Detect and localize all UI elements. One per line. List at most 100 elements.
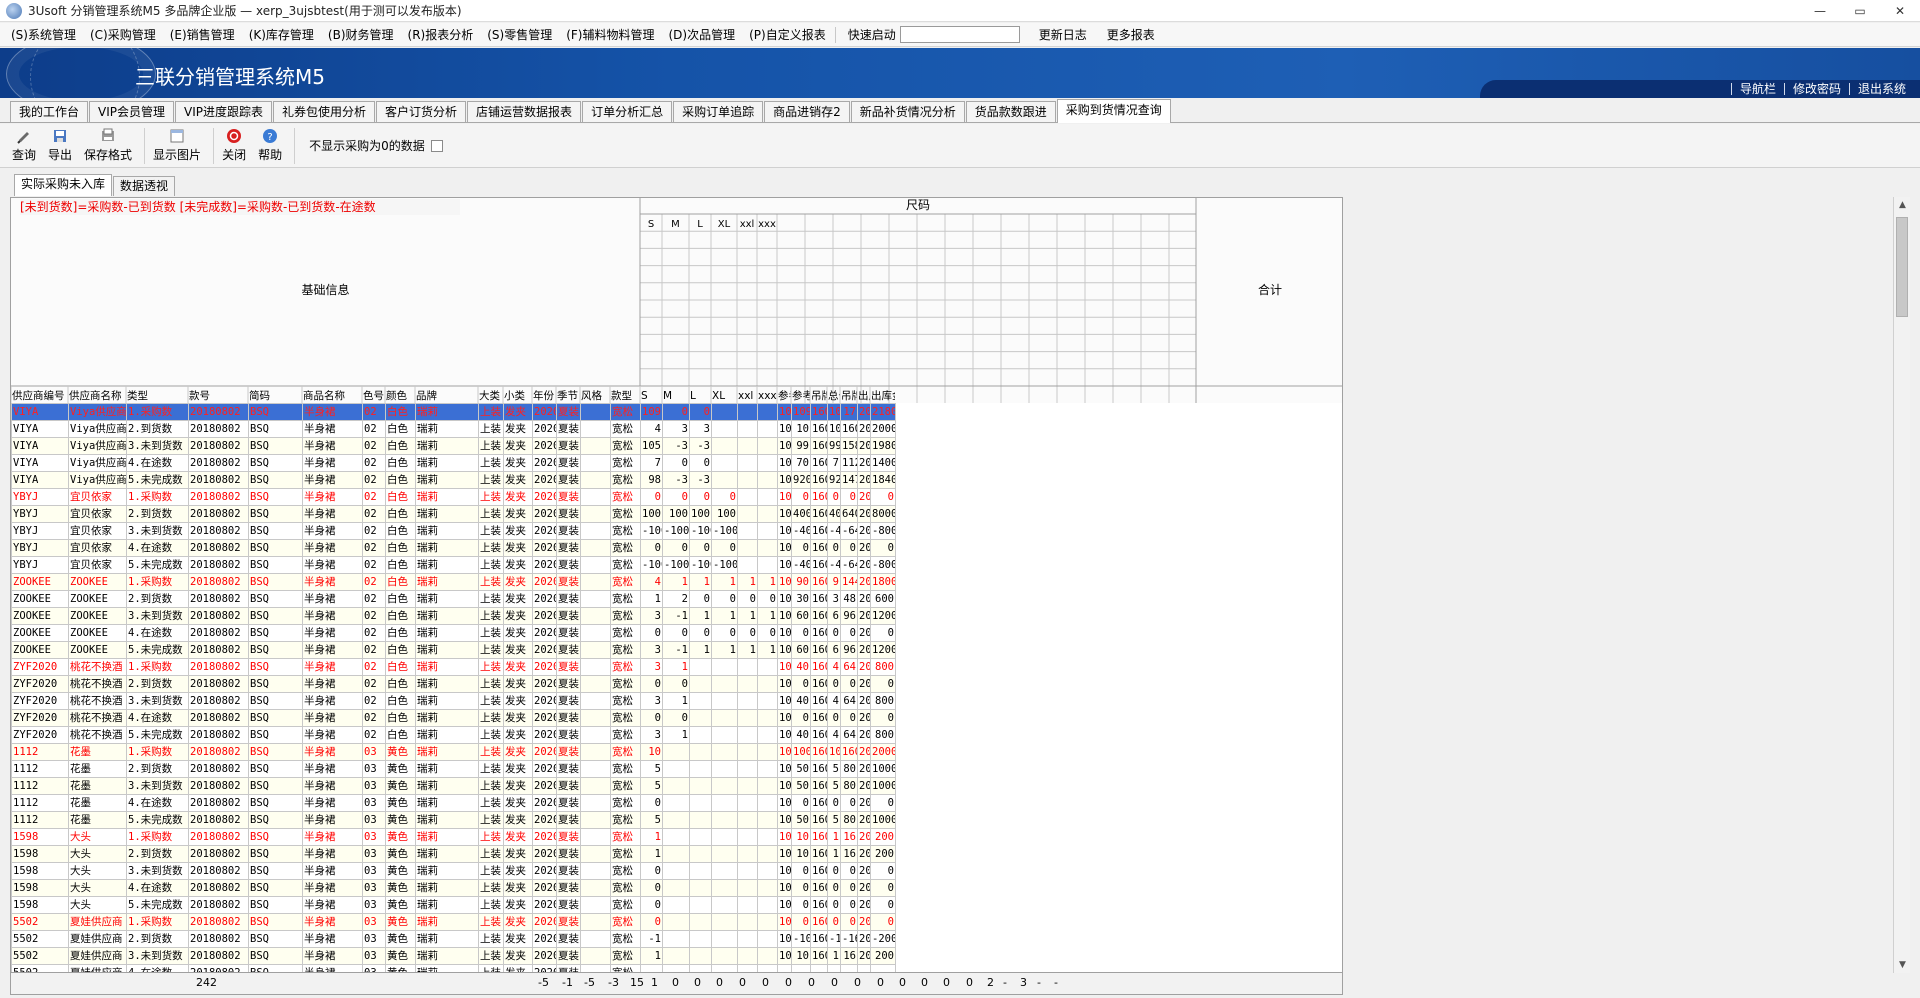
menu-sales[interactable]: (E)销售管理: [163, 23, 242, 47]
table-row[interactable]: 1112花墨5.未完成数20180802BSQ半身裙03黄色瑞莉上装发夹2020…: [11, 811, 896, 829]
subtab-actual-purchase[interactable]: 实际采购未入库: [14, 174, 113, 196]
minimize-icon[interactable]: —: [1800, 0, 1840, 22]
table-row[interactable]: ZYF2020 桃花不换酒 1.采购数 20180802 BSQ 半身裙 02 白色 瑞莉 上装发…: [11, 658, 896, 676]
tab-purchase-order-tracking[interactable]: 采购订单追踪: [673, 101, 764, 122]
tab-order-summary[interactable]: 订单分析汇总: [582, 101, 673, 122]
table-row[interactable]: ZOOKEE ZOOKEE 1.采购数 20180802 BSQ 半身裙 02 白色 瑞莉 上装发…: [11, 573, 896, 591]
save-format-button[interactable]: 保存格式: [84, 128, 132, 163]
table-row[interactable]: YBYJ 宜贝依家 2.到货数 20180802 BSQ 半身裙 02 白色 瑞莉 上装 发夹 202…: [11, 505, 896, 523]
column-header[interactable]: M: [663, 390, 672, 402]
column-header[interactable]: L: [690, 390, 696, 402]
tab-vip-management[interactable]: VIP会员管理: [89, 101, 175, 122]
menu-retail[interactable]: (S)零售管理: [480, 23, 559, 47]
table-row[interactable]: VIYA Viya供应商 4.在途数 20180802 BSQ 半身裙 02 白色 瑞莉 上装 发夹…: [11, 454, 896, 472]
table-row[interactable]: 5502 夏娃供应商 3.未到货数 20180802 BSQ 半身裙 03 黄色 瑞莉 上装 发夹 2…: [11, 947, 896, 965]
table-row[interactable]: 1112花墨2.到货数20180802BSQ半身裙03黄色瑞莉上装发夹2020夏…: [11, 760, 896, 778]
column-header[interactable]: 款型: [611, 389, 632, 402]
table-row[interactable]: YBYJ 宜贝依家 5.未完成数 20180802 BSQ 半身裙 02 白色 瑞莉 上装 发夹 20…: [11, 556, 896, 574]
quick-launch-input[interactable]: [899, 26, 1020, 43]
menu-accessories[interactable]: (F)辅料物料管理: [559, 23, 661, 47]
scroll-up-icon[interactable]: ▲: [1894, 197, 1911, 213]
table-row[interactable]: ZOOKEE ZOOKEE 5.未完成数 20180802 BSQ 半身裙 02 白色 瑞莉 上装…: [11, 641, 896, 659]
table-row[interactable]: 1112花墨4.在途数20180802BSQ半身裙03黄色瑞莉上装发夹2020夏…: [11, 794, 896, 812]
column-header[interactable]: 类型: [127, 389, 148, 402]
column-header[interactable]: 季节: [557, 390, 578, 402]
table-row[interactable]: ZYF2020 桃花不换酒 2.到货数 20180802 BSQ 半身裙 02 白色 瑞莉 上装发…: [11, 675, 896, 693]
scroll-thumb[interactable]: [1896, 217, 1908, 317]
menu-custom-reports[interactable]: (P)自定义报表: [742, 23, 833, 47]
table-row[interactable]: 5502 夏娃供应商 1.采购数 20180802 BSQ 半身裙 03 黄色 瑞莉 上装 发夹 20…: [11, 913, 896, 931]
menu-purchase[interactable]: (C)采购管理: [83, 23, 163, 47]
table-row[interactable]: 1598大头2.到货数20180802BSQ半身裙03黄色瑞莉上装发夹2020夏…: [11, 845, 896, 863]
close-window-icon[interactable]: ✕: [1880, 0, 1920, 22]
column-header[interactable]: 年份: [533, 389, 554, 402]
column-header[interactable]: 风格: [581, 389, 602, 402]
table-row[interactable]: VIYA Viya供应商 5.未完成数 20180802 BSQ 半身裙 02 白色 瑞莉 上装发…: [11, 471, 896, 489]
table-row[interactable]: ZOOKEE ZOOKEE 3.未到货数 20180802 BSQ 半身裙 02 白色 瑞莉 上装…: [11, 607, 896, 625]
table-row[interactable]: VIYA Viya供应商 3.未到货数 20180802 BSQ 半身裙 02 白色 瑞莉 上装发…: [11, 437, 896, 455]
table-row[interactable]: YBYJ 宜贝依家 4.在途数 20180802 BSQ 半身裙 02 白色 瑞莉 上装 发夹 202…: [11, 539, 896, 557]
restore-icon[interactable]: ▭: [1840, 0, 1880, 22]
export-button[interactable]: 导出: [48, 128, 72, 163]
subtab-data-pivot[interactable]: 数据透视: [113, 176, 176, 196]
hide-zero-checkbox[interactable]: [430, 139, 443, 152]
tab-new-product-restock[interactable]: 新品补货情况分析: [850, 101, 965, 122]
tab-workbench[interactable]: 我的工作台: [10, 101, 89, 122]
table-row[interactable]: VIYA Viya供应商 2.到货数 20180802 BSQ 半身裙 02 白色 瑞莉 上装 发夹…: [11, 420, 896, 438]
change-password-link[interactable]: 修改密码: [1783, 83, 1849, 95]
table-row[interactable]: 1598大头4.在途数20180802BSQ半身裙03黄色瑞莉上装发夹2020夏…: [11, 879, 896, 897]
table-row[interactable]: ZOOKEE ZOOKEE 4.在途数 20180802 BSQ 半身裙 02 白色 瑞莉 上装发…: [11, 624, 896, 642]
table-row[interactable]: 1598大头1.采购数20180802BSQ半身裙03黄色瑞莉上装发夹2020夏…: [11, 828, 896, 846]
column-header[interactable]: 简码: [249, 389, 270, 402]
tab-purchase-arrival-query[interactable]: 采购到货情况查询: [1056, 99, 1171, 123]
menu-system[interactable]: (S)系统管理: [4, 23, 83, 47]
menu-finance[interactable]: (B)财务管理: [321, 23, 401, 47]
tab-product-inventory[interactable]: 商品进销存2: [764, 101, 850, 122]
table-row[interactable]: 1598大头5.未完成数20180802BSQ半身裙03黄色瑞莉上装发夹2020…: [11, 896, 896, 914]
close-button[interactable]: 关闭: [222, 128, 246, 163]
help-button[interactable]: ? 帮助: [258, 128, 282, 163]
column-header[interactable]: 供应商编号: [12, 389, 65, 402]
table-row[interactable]: YBYJ 宜贝依家 1.采购数 20180802 BSQ 半身裙 02 白色 瑞莉 上装 发夹 202…: [11, 488, 896, 506]
table-row[interactable]: ZOOKEE ZOOKEE 2.到货数 20180802 BSQ 半身裙 02 白色 瑞莉 上装发…: [11, 590, 896, 608]
column-header[interactable]: 小类: [504, 389, 525, 402]
show-image-button[interactable]: 显示图片: [153, 128, 201, 163]
table-row[interactable]: VIYA Viya供应商 1.采购数 20180802 BSQ 半身裙 02 白色 瑞莉 上装 发夹…: [11, 403, 896, 421]
menu-inventory[interactable]: (K)库存管理: [242, 23, 321, 47]
column-header[interactable]: 款号: [189, 389, 210, 402]
column-header[interactable]: xxl: [738, 390, 753, 402]
tab-customer-order-analysis[interactable]: 客户订货分析: [376, 101, 467, 122]
tab-coupon-usage[interactable]: 礼券包使用分析: [273, 101, 376, 122]
table-row[interactable]: ZYF2020 桃花不换酒 3.未到货数 20180802 BSQ 半身裙 02 白色 瑞莉 上装…: [11, 692, 896, 710]
menu-reports[interactable]: (R)报表分析: [401, 23, 481, 47]
vertical-scrollbar[interactable]: ▲ ▼: [1893, 197, 1910, 973]
column-header[interactable]: 大类: [479, 389, 500, 402]
column-header[interactable]: S: [641, 390, 648, 402]
tab-store-operation-report[interactable]: 店铺运营数据报表: [467, 101, 582, 122]
table-row[interactable]: ZYF2020 桃花不换酒 4.在途数 20180802 BSQ 半身裙 02 白色 瑞莉 上装发…: [11, 709, 896, 727]
menu-changelog[interactable]: 更新日志: [1032, 23, 1094, 47]
tab-vip-progress[interactable]: VIP进度跟踪表: [175, 101, 273, 122]
menu-more-reports[interactable]: 更多报表: [1100, 23, 1162, 47]
table-row[interactable]: 5502 夏娃供应商 2.到货数 20180802 BSQ 半身裙 03 黄色 瑞莉 上装 发夹 20…: [11, 930, 896, 948]
column-header[interactable]: 颜色: [386, 389, 407, 402]
table-row[interactable]: 5502 夏娃供应商 4.在途数 20180802 BSQ 半身裙 03 黄色 瑞莉 上装 发夹 20…: [11, 964, 896, 972]
column-header[interactable]: 色号: [363, 389, 384, 402]
table-row[interactable]: YBYJ 宜贝依家 3.未到货数 20180802 BSQ 半身裙 02 白色 瑞莉 上装 发夹 20…: [11, 522, 896, 540]
scroll-down-icon[interactable]: ▼: [1894, 957, 1911, 973]
table-row[interactable]: 1112花墨3.未到货数20180802BSQ半身裙03黄色瑞莉上装发夹2020…: [11, 777, 896, 795]
query-button[interactable]: 查询: [12, 128, 36, 163]
table-row[interactable]: 1112花墨1.采购数20180802BSQ半身裙03黄色瑞莉上装发夹2020夏…: [11, 743, 896, 761]
column-header[interactable]: XL: [712, 390, 725, 402]
menu-defects[interactable]: (D)次品管理: [662, 23, 743, 47]
tab-product-count-followup[interactable]: 货品款数跟进: [965, 101, 1056, 122]
column-header[interactable]: 品牌: [416, 389, 437, 402]
column-header[interactable]: xxx: [758, 390, 777, 402]
nav-bar-link[interactable]: 导航栏: [1730, 83, 1784, 95]
table-row[interactable]: ZYF2020 桃花不换酒 5.未完成数 20180802 BSQ 半身裙 02 白色 瑞莉 上装…: [11, 726, 896, 744]
exit-system-link[interactable]: 退出系统: [1848, 83, 1914, 95]
column-header[interactable]: 商品名称: [303, 389, 345, 402]
hide-zero-option[interactable]: 不显示采购为0的数据: [309, 137, 443, 154]
column-header[interactable]: 供应商名称: [69, 389, 122, 402]
table-row[interactable]: 1598大头3.未到货数20180802BSQ半身裙03黄色瑞莉上装发夹2020…: [11, 862, 896, 880]
